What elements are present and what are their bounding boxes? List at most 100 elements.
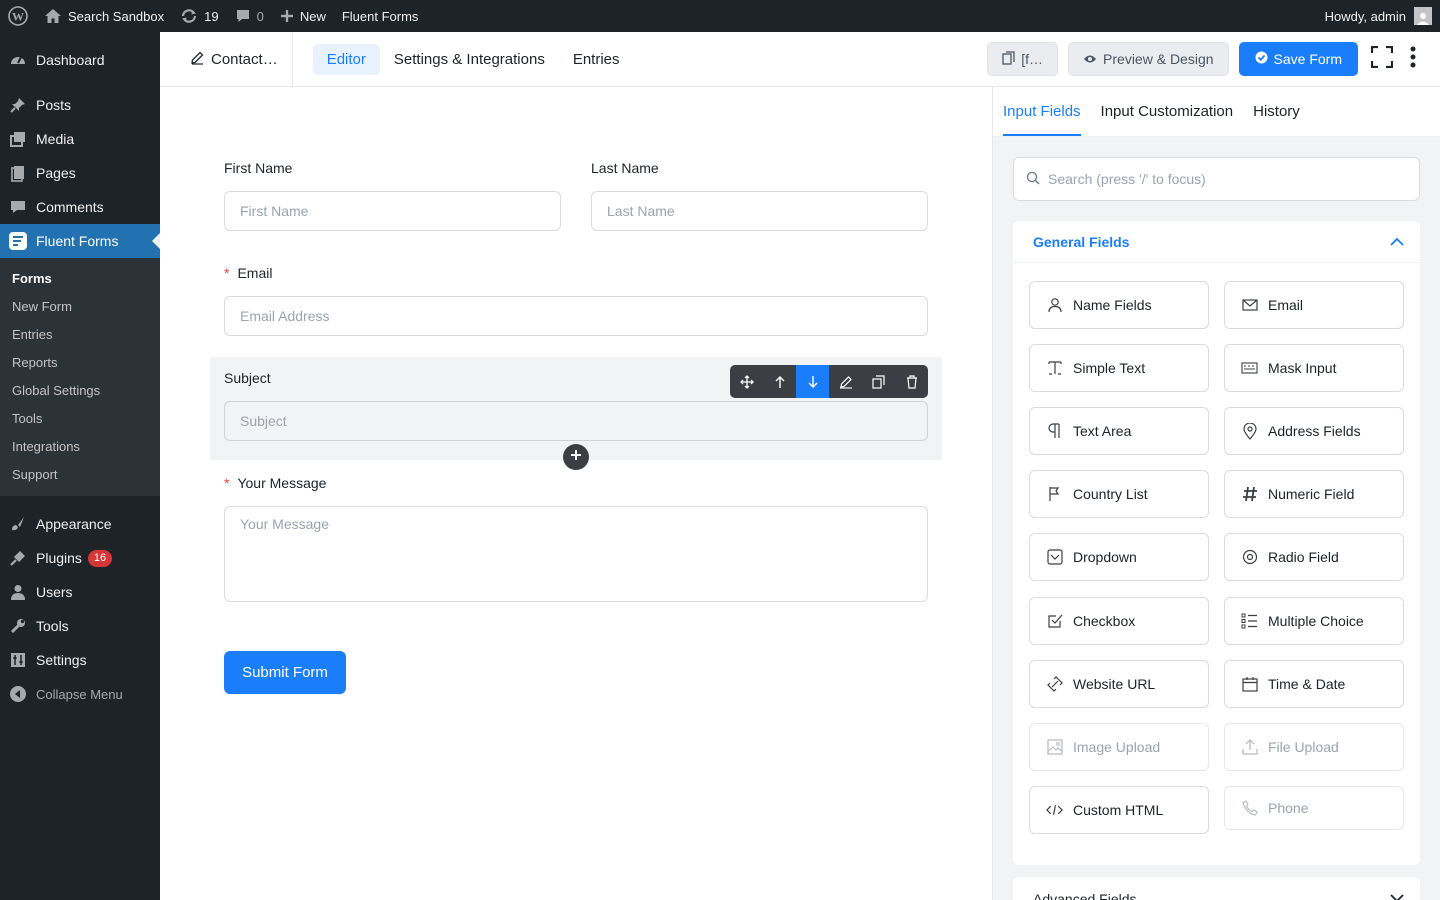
more-options-button[interactable] <box>1406 42 1420 76</box>
field-button-address-fields[interactable]: Address Fields <box>1224 407 1404 455</box>
settings-sliders-icon <box>8 650 28 670</box>
sidebar-item-tools[interactable]: Tools <box>0 609 160 643</box>
form-canvas: First Name First Name Last Name Last Nam… <box>160 87 992 900</box>
sidebar-item-posts[interactable]: Posts <box>0 88 160 122</box>
wordpress-logo-icon[interactable]: W <box>0 0 36 32</box>
sidebar-item-settings[interactable]: Settings <box>0 643 160 677</box>
field-button-dropdown[interactable]: Dropdown <box>1029 533 1209 581</box>
arrow-up-icon[interactable] <box>763 365 796 398</box>
field-button-numeric-field[interactable]: Numeric Field <box>1224 470 1404 518</box>
home-icon <box>44 8 62 24</box>
required-mark: * <box>224 475 230 491</box>
field-button-simple-text[interactable]: Simple Text <box>1029 344 1209 392</box>
sidebar-item-comments[interactable]: Comments <box>0 190 160 224</box>
subject-label: Subject <box>224 370 271 386</box>
avatar <box>1414 7 1432 25</box>
field-search-input[interactable]: Search (press '/' to focus) <box>1013 157 1420 201</box>
submenu-item-tools[interactable]: Tools <box>0 404 160 432</box>
edit-pencil-icon[interactable] <box>829 365 862 398</box>
sidebar-item-plugins[interactable]: Plugins 16 <box>0 541 160 575</box>
admin-bar: W Search Sandbox 19 0 New Fluent Forms H… <box>0 0 1440 32</box>
sidebar-item-users[interactable]: Users <box>0 575 160 609</box>
field-button-phone[interactable]: Phone <box>1224 786 1404 830</box>
field-button-radio-field[interactable]: Radio Field <box>1224 533 1404 581</box>
tab-input-customization[interactable]: Input Customization <box>1101 103 1234 136</box>
field-button-country-list[interactable]: Country List <box>1029 470 1209 518</box>
account-menu[interactable]: Howdy, admin <box>1325 0 1432 32</box>
new-content-link[interactable]: New <box>272 0 334 32</box>
message-textarea[interactable]: Your Message <box>224 506 928 602</box>
field-button-file-upload[interactable]: File Upload <box>1224 723 1404 771</box>
sidebar-label-plugins: Plugins <box>36 550 82 566</box>
fullscreen-button[interactable] <box>1368 42 1396 76</box>
field-button-label: Numeric Field <box>1268 486 1355 502</box>
field-button-custom-html[interactable]: Custom HTML <box>1029 786 1209 834</box>
preview-design-button[interactable]: Preview & Design <box>1068 42 1229 76</box>
field-button-label: Radio Field <box>1268 549 1339 565</box>
form-title-button[interactable]: Contact… <box>160 31 293 87</box>
field-button-label: Multiple Choice <box>1268 613 1364 629</box>
field-button-text-area[interactable]: Text Area <box>1029 407 1209 455</box>
fullscreen-icon <box>1370 45 1394 73</box>
fluent-forms-bar-link[interactable]: Fluent Forms <box>334 0 427 32</box>
submenu-item-support[interactable]: Support <box>0 460 160 488</box>
site-name-link[interactable]: Search Sandbox <box>36 0 172 32</box>
trash-icon[interactable] <box>895 365 928 398</box>
submenu-item-reports[interactable]: Reports <box>0 348 160 376</box>
first-name-label: First Name <box>224 160 293 176</box>
sidebar-item-pages[interactable]: Pages <box>0 156 160 190</box>
field-button-name-fields[interactable]: Name Fields <box>1029 281 1209 329</box>
general-fields-header[interactable]: General Fields <box>1013 221 1420 263</box>
duplicate-icon[interactable] <box>862 365 895 398</box>
general-fields-title: General Fields <box>1033 233 1130 250</box>
message-label-text: Your Message <box>237 475 327 491</box>
email-input[interactable]: Email Address <box>224 296 928 336</box>
field-button-label: Name Fields <box>1073 297 1152 313</box>
submenu-item-new-form[interactable]: New Form <box>0 292 160 320</box>
field-button-website-url[interactable]: Website URL <box>1029 660 1209 708</box>
sidebar-label-users: Users <box>36 584 73 600</box>
envelope-icon <box>1241 297 1258 314</box>
move-icon[interactable] <box>730 365 763 398</box>
calendar-icon <box>1241 676 1258 693</box>
sidebar-item-media[interactable]: Media <box>0 122 160 156</box>
flag-icon <box>1046 486 1063 503</box>
field-button-label: Website URL <box>1073 676 1156 692</box>
last-name-label: Last Name <box>591 160 659 176</box>
collapse-menu-button[interactable]: Collapse Menu <box>0 677 160 711</box>
advanced-fields-header[interactable]: Advanced Fields <box>1013 877 1420 900</box>
submenu-item-global-settings[interactable]: Global Settings <box>0 376 160 404</box>
submenu-item-entries[interactable]: Entries <box>0 320 160 348</box>
sidebar-item-dashboard[interactable]: Dashboard <box>0 43 160 77</box>
submenu-item-integrations[interactable]: Integrations <box>0 432 160 460</box>
sidebar-item-appearance[interactable]: Appearance <box>0 507 160 541</box>
sidebar-item-fluent-forms[interactable]: Fluent Forms <box>0 224 160 258</box>
first-name-input[interactable]: First Name <box>224 191 561 231</box>
submenu-item-forms[interactable]: Forms <box>0 264 160 292</box>
tab-input-fields[interactable]: Input Fields <box>1003 103 1081 136</box>
sidebar-label-fluent-forms: Fluent Forms <box>36 233 119 249</box>
tab-settings-integrations[interactable]: Settings & Integrations <box>394 43 545 76</box>
field-button-checkbox[interactable]: Checkbox <box>1029 597 1209 645</box>
field-button-image-upload[interactable]: Image Upload <box>1029 723 1209 771</box>
field-button-label: Text Area <box>1073 423 1132 439</box>
submit-form-button[interactable]: Submit Form <box>224 651 346 694</box>
plugins-update-badge: 16 <box>87 549 113 567</box>
field-button-email[interactable]: Email <box>1224 281 1404 329</box>
new-label: New <box>299 8 326 24</box>
add-field-button[interactable] <box>563 444 589 470</box>
updates-link[interactable]: 19 <box>172 0 226 32</box>
field-button-time-date[interactable]: Time & Date <box>1224 660 1404 708</box>
tab-entries[interactable]: Entries <box>573 43 620 76</box>
last-name-input[interactable]: Last Name <box>591 191 928 231</box>
chevron-down-icon <box>1390 890 1404 900</box>
save-form-button[interactable]: Save Form <box>1238 42 1358 76</box>
shortcode-button[interactable]: [f… <box>987 42 1059 76</box>
arrow-down-icon[interactable] <box>796 365 829 398</box>
tab-editor[interactable]: Editor <box>312 43 380 75</box>
field-button-mask-input[interactable]: Mask Input <box>1224 344 1404 392</box>
tab-history[interactable]: History <box>1253 103 1300 136</box>
subject-input[interactable]: Subject <box>224 401 928 441</box>
field-button-multiple-choice[interactable]: Multiple Choice <box>1224 597 1404 645</box>
comments-link[interactable]: 0 <box>227 0 272 32</box>
